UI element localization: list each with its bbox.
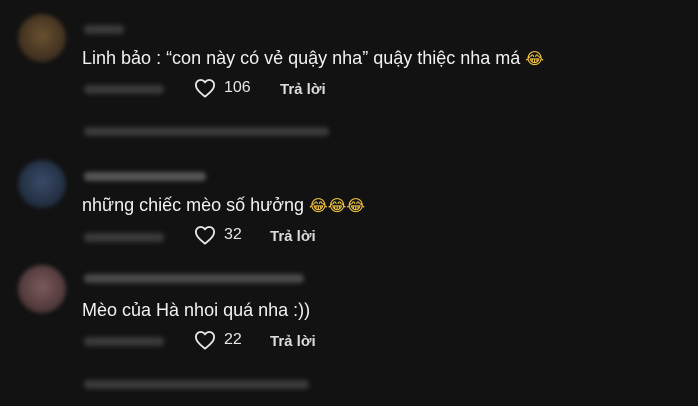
comment-actions: 32 xyxy=(194,225,242,245)
comment-body: Mèo của Hà nhoi quá nha :)) xyxy=(82,300,311,320)
comment-text: những chiếc mèo số hưởng 😂😂😂 xyxy=(82,194,365,217)
comment-body: những chiếc mèo số hưởng xyxy=(82,195,310,215)
blurred-timestamp xyxy=(84,337,164,346)
avatar[interactable] xyxy=(18,160,66,208)
comment-body: Linh bảo : “con này có vẻ quậy nha” quậy… xyxy=(82,48,526,68)
blurred-view-replies[interactable] xyxy=(84,380,309,389)
comment-text: Linh bảo : “con này có vẻ quậy nha” quậy… xyxy=(82,47,544,70)
blurred-timestamp xyxy=(84,85,164,94)
avatar[interactable] xyxy=(18,14,66,62)
emoji-icon: 😂😂😂 xyxy=(309,196,366,215)
blurred-view-replies[interactable] xyxy=(84,127,329,136)
like-button[interactable]: 106 xyxy=(194,78,251,98)
blurred-username[interactable] xyxy=(84,25,124,34)
blurred-username[interactable] xyxy=(84,274,304,283)
heart-outline-icon xyxy=(195,331,215,350)
like-button[interactable]: 32 xyxy=(194,225,242,245)
heart-outline-icon xyxy=(195,226,215,245)
reply-button[interactable]: Trả lời xyxy=(270,228,316,245)
comment-actions: 22 xyxy=(194,330,242,350)
like-count: 32 xyxy=(224,226,242,243)
heart-outline-icon xyxy=(195,79,215,98)
like-button[interactable]: 22 xyxy=(194,330,242,350)
comment-text: Mèo của Hà nhoi quá nha :)) xyxy=(82,299,310,322)
comment-actions: 106 xyxy=(194,78,251,98)
blurred-timestamp xyxy=(84,233,164,242)
blurred-username[interactable] xyxy=(84,172,206,181)
emoji-icon: 😂 xyxy=(525,49,544,68)
reply-button[interactable]: Trả lời xyxy=(270,333,316,350)
like-count: 106 xyxy=(224,79,251,96)
avatar[interactable] xyxy=(18,265,66,313)
like-count: 22 xyxy=(224,331,242,348)
reply-button[interactable]: Trả lời xyxy=(280,81,326,98)
